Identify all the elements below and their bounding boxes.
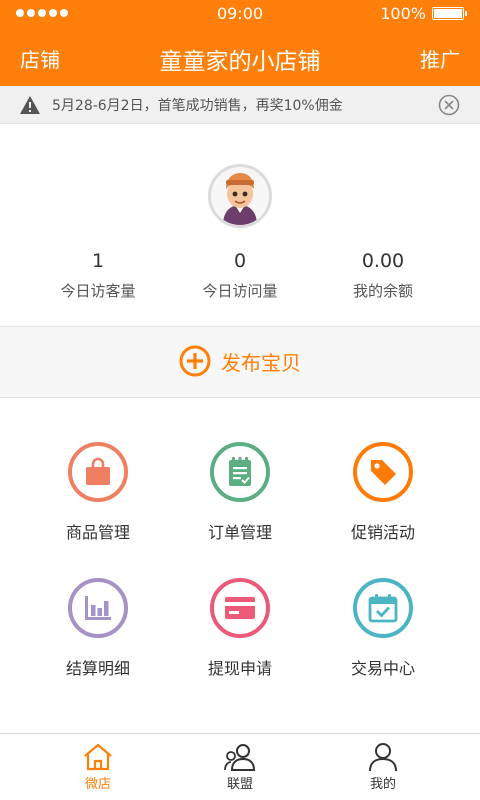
bar-chart-icon [85, 596, 111, 620]
menu-transaction-center[interactable]: 交易中心 [303, 578, 463, 698]
menu-label: 订单管理 [207, 523, 272, 542]
tab-label: 我的 [369, 777, 396, 792]
stat-label: 今日访客量 [60, 282, 136, 300]
notice-text: 5月28-6月2日，首笔成功销售，再奖10%佣金 [52, 98, 343, 114]
tab-shop[interactable]: 微店 [18, 734, 178, 800]
menu-order-management[interactable]: 订单管理 [160, 442, 320, 562]
shopping-bag-icon [86, 457, 110, 485]
order-clipboard-icon [229, 457, 251, 486]
battery-icon [432, 7, 467, 20]
menu-label: 交易中心 [350, 659, 415, 678]
menu-label: 商品管理 [65, 523, 130, 542]
stat-label: 我的余额 [352, 282, 413, 300]
promote-button[interactable]: 推广 [420, 44, 460, 73]
warning-icon [20, 96, 40, 114]
stat-my-balance: 0.00 我的余额 [303, 250, 463, 301]
battery-level: 100% [380, 4, 426, 23]
menu-withdrawal-request[interactable]: 提现申请 [160, 578, 320, 698]
calendar-check-icon [368, 594, 398, 623]
person-icon [369, 743, 397, 772]
close-icon[interactable] [438, 94, 460, 116]
tab-label: 微店 [84, 777, 111, 792]
stat-value: 1 [91, 250, 105, 272]
users-icon [224, 744, 256, 771]
menu-label: 促销活动 [350, 523, 415, 542]
publish-label: 发布宝贝 [221, 350, 301, 375]
publish-item-button[interactable]: 发布宝贝 [0, 326, 480, 398]
credit-card-icon [225, 597, 255, 619]
tab-mine[interactable]: 我的 [303, 734, 463, 800]
tab-label: 联盟 [226, 777, 253, 792]
house-icon [84, 743, 112, 771]
page-title: 童童家的小店铺 [159, 49, 321, 75]
price-tag-icon [371, 460, 396, 485]
menu-label: 结算明细 [65, 659, 130, 678]
tab-alliance[interactable]: 联盟 [160, 734, 320, 800]
menu-settlement-details[interactable]: 结算明细 [18, 578, 178, 698]
menu-product-management[interactable]: 商品管理 [18, 442, 178, 562]
bottom-tab-bar: 微店 联盟 我的 [0, 733, 480, 800]
plus-circle-icon [179, 345, 211, 377]
stat-value: 0 [233, 250, 247, 272]
app-header: 09:00 100% 店铺 童童家的小店铺 推广 [0, 0, 480, 86]
nav-bar: 店铺 童童家的小店铺 推广 [0, 40, 480, 76]
menu-label: 提现申请 [207, 659, 272, 678]
notice-bar: 5月28-6月2日，首笔成功销售，再奖10%佣金 [0, 86, 480, 124]
stat-value: 0.00 [361, 250, 405, 272]
avatar[interactable] [208, 164, 272, 228]
stats-row: 1 今日访客量 0 今日访问量 0.00 我的余额 [0, 250, 480, 310]
status-bar: 09:00 100% [0, 0, 480, 28]
menu-promotions[interactable]: 促销活动 [303, 442, 463, 562]
stat-today-visitors: 1 今日访客量 [18, 250, 178, 301]
cartoon-boy-avatar-icon [211, 167, 269, 225]
stat-label: 今日访问量 [202, 282, 278, 300]
stat-today-visits: 0 今日访问量 [160, 250, 320, 301]
